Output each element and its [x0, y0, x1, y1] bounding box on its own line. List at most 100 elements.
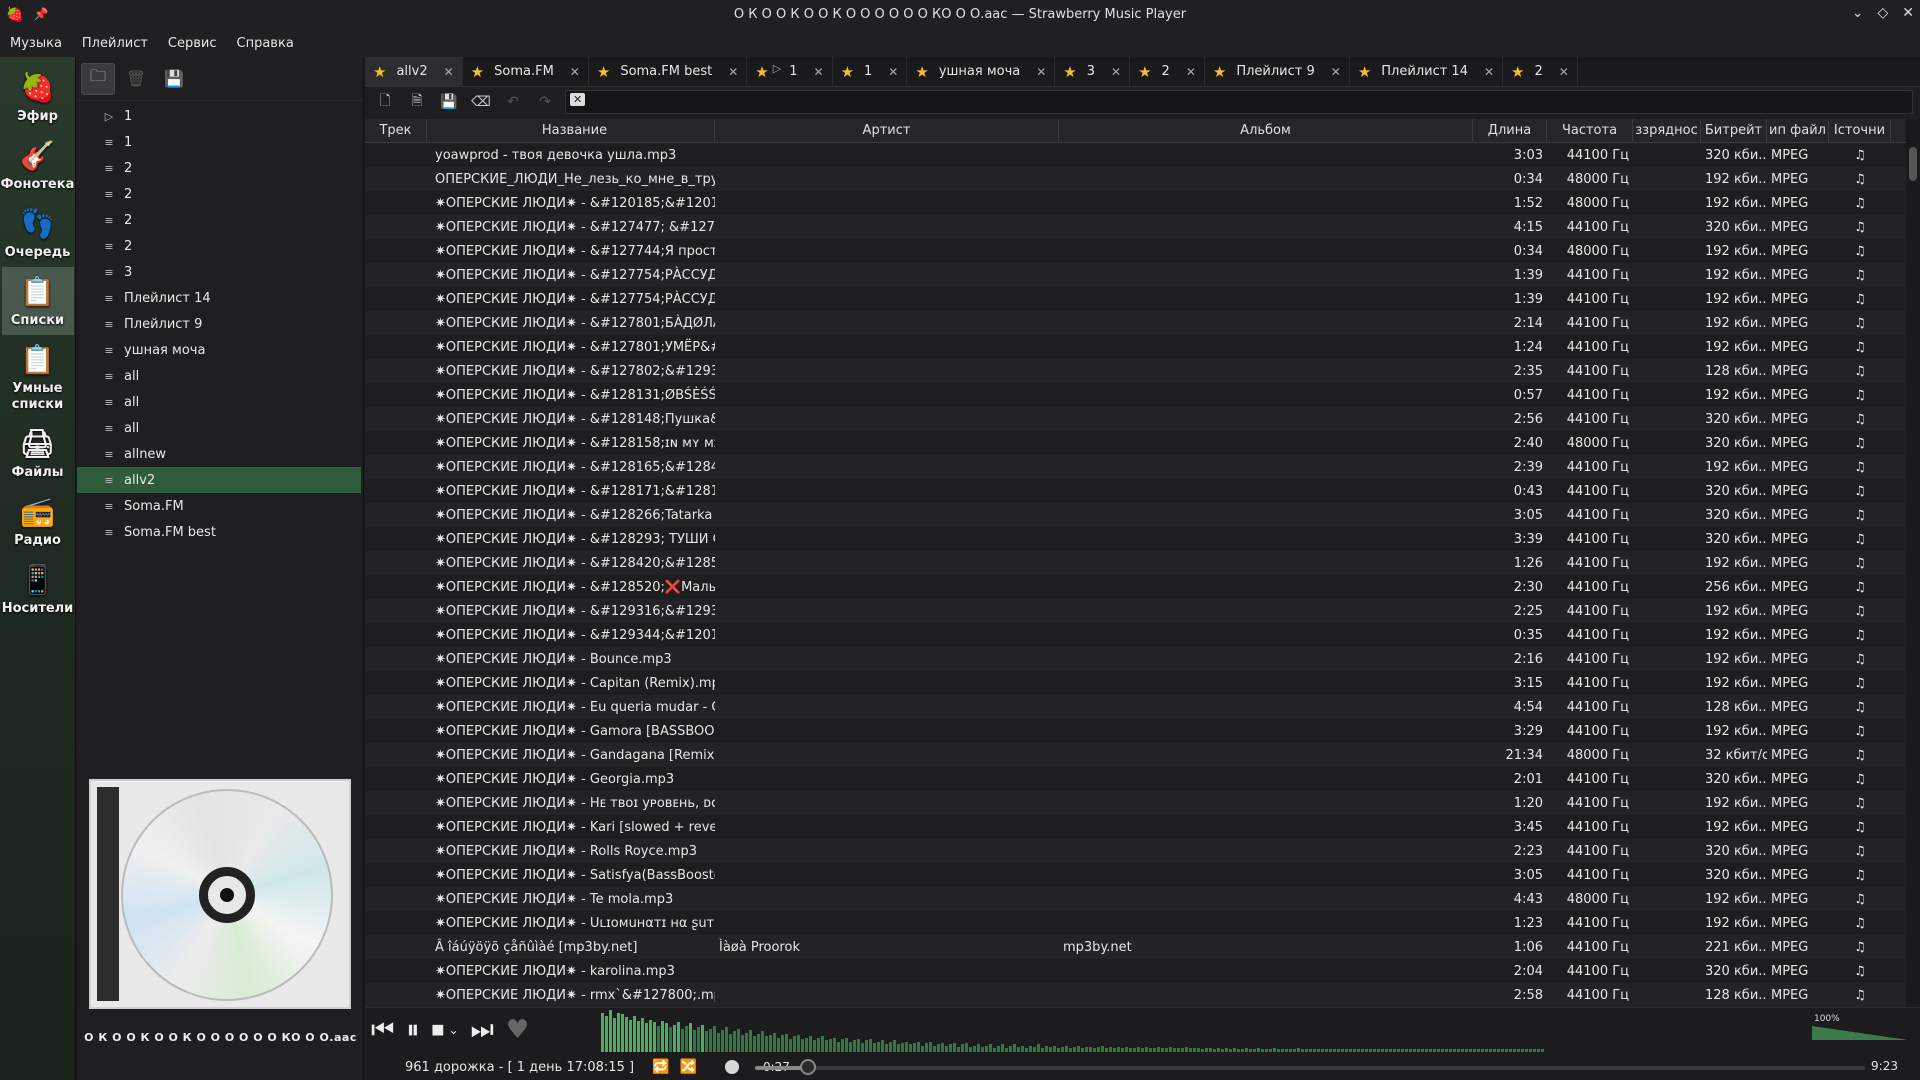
col-artist[interactable]: Артист	[715, 119, 1059, 142]
sidebar-item-1[interactable]: 🎸 Фонотека	[1, 131, 75, 199]
playlist-tab[interactable]: ★ Плейлист 14 ✕	[1350, 57, 1504, 86]
table-row[interactable]: ✷ОПЕРСКИЕ ЛЮДИ✷ - &#128158;ɪɴ ᴍʏ ᴍɪɴᴅ...…	[365, 431, 1920, 455]
playlist-tab[interactable]: ★ 1 ✕	[833, 57, 908, 86]
sidebar-item-4[interactable]: 📋 Умные списки	[2, 335, 74, 419]
table-row[interactable]: ✷ОПЕРСКИЕ ЛЮДИ✷ - &#127801;БÀДØЛÄ&... 2:1…	[365, 311, 1920, 335]
sidebar-item-3[interactable]: 📋 Списки	[1, 267, 74, 335]
close-tab-icon[interactable]: ✕	[888, 65, 898, 79]
spectrum-analyzer[interactable]	[601, 1010, 1551, 1052]
table-row[interactable]: ✷ОПЕРСКИЕ ЛЮДИ✷ - &#128131;ØBŚĖŚŚĨØ... 0:…	[365, 383, 1920, 407]
table-row[interactable]: ✷ОПЕРСКИЕ ЛЮДИ✷ - &#128520;❌Малыш... 2:30…	[365, 575, 1920, 599]
table-row[interactable]: ✷ОПЕРСКИЕ ЛЮДИ✷ - &#127744;Я просто ... 0…	[365, 239, 1920, 263]
playlist-item[interactable]: ≡ 2	[77, 207, 363, 233]
menu-tools[interactable]: Сервис	[158, 36, 227, 51]
close-tab-icon[interactable]: ✕	[1036, 65, 1046, 79]
repeat-icon[interactable]: 🔁	[652, 1059, 669, 1075]
table-row[interactable]: ✷ОПЕРСКИЕ ЛЮДИ✷ - &#127801;УМЁР&#1... 1:2…	[365, 335, 1920, 359]
favorite-star-icon[interactable]: ★	[1358, 63, 1371, 81]
col-title[interactable]: Название	[427, 119, 715, 142]
shuffle-icon[interactable]: 🔀	[680, 1059, 697, 1075]
favorite-star-icon[interactable]: ★	[1063, 63, 1076, 81]
col-samplerate[interactable]: Частота	[1547, 119, 1633, 142]
playlist-scrollbar[interactable]	[1906, 119, 1920, 1071]
col-filetype[interactable]: ип файл	[1767, 119, 1829, 142]
menu-music[interactable]: Музыка	[0, 36, 72, 51]
table-row[interactable]: ✷ОПЕРСКИЕ ЛЮДИ✷ - &#128165;&#128420... 2:…	[365, 455, 1920, 479]
playlist-filter-input[interactable]: ✕	[565, 90, 1913, 114]
table-row[interactable]: ✷ОПЕРСКИЕ ЛЮДИ✷ - Capitan (Remix).mp3 3:1…	[365, 671, 1920, 695]
table-row[interactable]: ✷ОПЕРСКИЕ ЛЮДИ✷ - &#128420;&#128532... 1:…	[365, 551, 1920, 575]
table-row[interactable]: ✷ОПЕРСКИЕ ЛЮДИ✷ - Uʟɪᴏᴍuнαтɪ нα ʂuтє [..…	[365, 911, 1920, 935]
table-row[interactable]: yoawprod - твоя девочка ушла.mp3 3:03 4410…	[365, 143, 1920, 167]
playlist-item[interactable]: ≡ ушная моча	[77, 337, 363, 363]
playlist-item[interactable]: ≡ all	[77, 415, 363, 441]
love-heart-icon[interactable]: ♥	[506, 1014, 529, 1046]
table-row[interactable]: ✷ОПЕРСКИЕ ЛЮДИ✷ - &#127754;РÀССУДИ... 1:3…	[365, 287, 1920, 311]
pause-icon[interactable]: ⏸	[406, 1014, 419, 1046]
clear-filter-icon[interactable]: ✕	[570, 93, 586, 106]
sidebar-item-0[interactable]: 🍓 Эфир	[2, 63, 74, 131]
playlist-item[interactable]: ≡ all	[77, 363, 363, 389]
playlist-tab[interactable]: ★ Soma.FM best ✕	[589, 57, 748, 86]
table-row[interactable]: ✷ОПЕРСКИЕ ЛЮДИ✷ - Bounce.mp3 2:16 44100 Гц…	[365, 647, 1920, 671]
table-row[interactable]: ✷ОПЕРСКИЕ ЛЮДИ✷ - rmx`&#127800;.mp3 2:58 4…	[365, 983, 1920, 1007]
playlist-item[interactable]: ≡ Плейлист 9	[77, 311, 363, 337]
col-source[interactable]: Істочни	[1829, 119, 1891, 142]
playlist-tab[interactable]: ★ Плейлист 9 ✕	[1205, 57, 1350, 86]
table-row[interactable]: ✷ОПЕРСКИЕ ЛЮДИ✷ - Georgia.mp3 2:01 44100 Г…	[365, 767, 1920, 791]
playlist-tab[interactable]: ★ 2 ✕	[1130, 57, 1205, 86]
previous-icon[interactable]: ⏮	[371, 1014, 394, 1046]
col-album[interactable]: Альбом	[1059, 119, 1473, 142]
close-tab-icon[interactable]: ✕	[570, 65, 580, 79]
new-playlist-icon[interactable]: 🗋	[371, 89, 399, 115]
table-row[interactable]: ✷ОПЕРСКИЕ ЛЮДИ✷ - Satisfya(BassBoosted..…	[365, 863, 1920, 887]
menu-help[interactable]: Справка	[227, 36, 304, 51]
close-tab-icon[interactable]: ✕	[814, 65, 824, 79]
sidebar-item-2[interactable]: 👣 Очередь	[2, 199, 74, 267]
playlist-item[interactable]: ≡ 1	[77, 129, 363, 155]
load-playlist-icon[interactable]: 🗎	[403, 89, 431, 115]
table-row[interactable]: ✷ОПЕРСКИЕ ЛЮДИ✷ - Eu queria mudar - CA..…	[365, 695, 1920, 719]
table-row[interactable]: ✷ОПЕРСКИЕ ЛЮДИ✷ - &#127802;&#129344... 2:…	[365, 359, 1920, 383]
table-row[interactable]: ✷ОПЕРСКИЕ ЛЮДИ✷ - &#127477; &#12747... 4:…	[365, 215, 1920, 239]
table-row[interactable]: ✷ОПЕРСКИЕ ЛЮДИ✷ - &#127754;РÀССУДИ... 1:3…	[365, 263, 1920, 287]
playlist-item[interactable]: ▷ 1	[77, 103, 363, 129]
close-tab-icon[interactable]: ✕	[1111, 65, 1121, 79]
favorite-star-icon[interactable]: ★	[471, 63, 484, 81]
maximize-icon[interactable]: ◇	[1877, 5, 1888, 21]
favorite-star-icon[interactable]: ★	[755, 63, 768, 81]
table-row[interactable]: ОПЕРСКИЕ_ЛЮДИ_Не_лезь_ко_мне_в_трус... 0:…	[365, 167, 1920, 191]
table-row[interactable]: ✷ОПЕРСКИЕ ЛЮДИ✷ - &#128266;Tatarka - A..…	[365, 503, 1920, 527]
playlist-item[interactable]: ≡ Soma.FM	[77, 493, 363, 519]
redo-icon[interactable]: ↷	[531, 89, 559, 115]
table-row[interactable]: ✷ОПЕРСКИЕ ЛЮДИ✷ - Нᴇ твᴏɪ уᴘᴏвᴇнь, ᴅᴏᴘ..…	[365, 791, 1920, 815]
playlist-tab[interactable]: ★ ▷ 1 ✕	[747, 57, 833, 86]
scrollbar-thumb[interactable]	[1909, 147, 1917, 181]
table-row[interactable]: ✷ОПЕРСКИЕ ЛЮДИ✷ - &#128293; ТУШИ СА... 3:…	[365, 527, 1920, 551]
favorite-star-icon[interactable]: ★	[915, 63, 928, 81]
close-tab-icon[interactable]: ✕	[1484, 65, 1494, 79]
close-tab-icon[interactable]: ✕	[1331, 65, 1341, 79]
seek-handle[interactable]	[800, 1059, 817, 1075]
close-tab-icon[interactable]: ✕	[1186, 65, 1196, 79]
playlist-tab[interactable]: ★ ушная моча ✕	[907, 57, 1056, 86]
volume-bar[interactable]	[1812, 1026, 1908, 1040]
table-row[interactable]: ✷ОПЕРСКИЕ ЛЮДИ✷ - Kari [slowed + reverb.…	[365, 815, 1920, 839]
col-bitrate[interactable]: Битрейт	[1701, 119, 1767, 142]
playlist-tab[interactable]: ★ 2 ✕	[1503, 57, 1578, 86]
playlist-tab[interactable]: ★ allv2 ✕	[365, 57, 463, 86]
table-row[interactable]: ✷ОПЕРСКИЕ ЛЮДИ✷ - karolina.mp3 2:04 44100 …	[365, 959, 1920, 983]
table-row[interactable]: Â îáúÿöÿõ çåñûìàé [mp3by.net] Ìàøà Prooro…	[365, 935, 1920, 959]
close-tab-icon[interactable]: ✕	[1559, 65, 1569, 79]
save-icon[interactable]: 💾	[157, 63, 191, 95]
new-folder-icon[interactable]: 🗀	[81, 62, 115, 95]
table-row[interactable]: ✷ОПЕРСКИЕ ЛЮДИ✷ - &#129344;&#120132... 0:…	[365, 623, 1920, 647]
stop-menu-chevron-icon[interactable]: ⌄	[448, 1014, 458, 1046]
stop-icon[interactable]: ⏹	[431, 1014, 444, 1046]
playlist-item[interactable]: ≡ all	[77, 389, 363, 415]
table-row[interactable]: ✷ОПЕРСКИЕ ЛЮДИ✷ - &#128171;&#128166... 0:…	[365, 479, 1920, 503]
playlist-item[interactable]: ≡ 2	[77, 233, 363, 259]
delete-icon[interactable]: 🗑	[119, 63, 153, 95]
next-icon[interactable]: ⏭	[471, 1014, 494, 1046]
playlist-item[interactable]: ≡ 2	[77, 181, 363, 207]
